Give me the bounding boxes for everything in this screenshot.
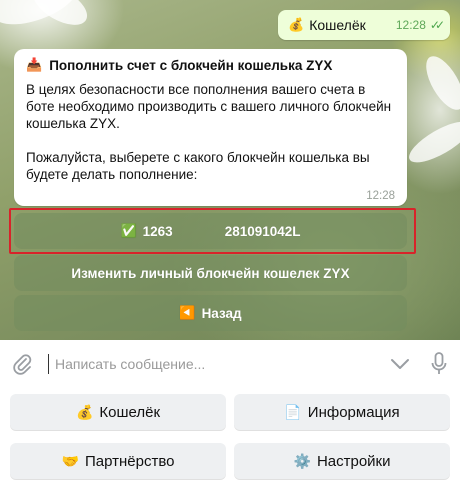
microphone-icon[interactable]: [418, 352, 460, 376]
outgoing-message[interactable]: 💰 Кошелёк 12:28 ✓✓: [278, 10, 450, 40]
incoming-message[interactable]: 📥 Пополнить счет с блокчейн кошелька ZYX…: [14, 49, 407, 206]
message-title-text: Пополнить счет с блокчейн кошелька ZYX: [49, 57, 333, 73]
money-bag-icon: 💰: [288, 17, 305, 32]
back-arrow-icon: ◀️: [179, 305, 196, 320]
button-label: Изменить личный блокчейн кошелек ZYX: [71, 265, 350, 281]
handshake-icon: 🤝: [61, 452, 79, 469]
button-label: Настройки: [316, 452, 391, 470]
attach-icon[interactable]: [0, 353, 44, 375]
wallet-select-button[interactable]: ✅ 1263 281091042L: [14, 213, 407, 249]
reply-keyboard: 💰 Кошелёк 📄 Информация 🤝 Партнёрство ⚙️ …: [0, 388, 460, 486]
inbox-tray-icon: 📥: [26, 57, 43, 72]
keyboard-wallet-button[interactable]: 💰 Кошелёк: [10, 394, 226, 430]
chevron-down-icon[interactable]: [382, 358, 418, 370]
button-label: Информация: [307, 403, 400, 421]
gear-icon: ⚙️: [293, 452, 311, 469]
message-input[interactable]: Написать сообщение...: [48, 354, 382, 374]
button-label: Партнёрство: [84, 452, 175, 470]
money-bag-icon: 💰: [75, 403, 94, 420]
message-title: 📥 Пополнить счет с блокчейн кошелька ZYX: [26, 57, 395, 73]
message-time: 12:28: [366, 190, 395, 202]
back-button[interactable]: ◀️ Назад: [14, 295, 407, 331]
keyboard-partners-button[interactable]: 🤝 Партнёрство: [10, 443, 226, 479]
message-input-bar: Написать сообщение...: [0, 340, 460, 388]
wallet-address-part: 281091042L: [224, 223, 301, 239]
wallet-address-part: 1263: [142, 223, 173, 239]
message-paragraph: Пожалуйста, выберете с какого блокчейн к…: [26, 150, 370, 182]
message-paragraph: В целях безопасности все пополнения ваше…: [26, 82, 392, 131]
keyboard-settings-button[interactable]: ⚙️ Настройки: [234, 443, 450, 479]
button-label: Кошелёк: [99, 403, 161, 421]
message-time: 12:28: [395, 18, 426, 32]
double-check-icon: ✓✓: [429, 18, 445, 32]
document-icon: 📄: [284, 403, 302, 420]
message-text: Кошелёк: [309, 17, 366, 33]
keyboard-info-button[interactable]: 📄 Информация: [234, 394, 450, 430]
button-label: Назад: [201, 305, 242, 321]
change-wallet-button[interactable]: Изменить личный блокчейн кошелек ZYX: [14, 255, 407, 291]
check-mark-icon: ✅: [120, 223, 137, 238]
